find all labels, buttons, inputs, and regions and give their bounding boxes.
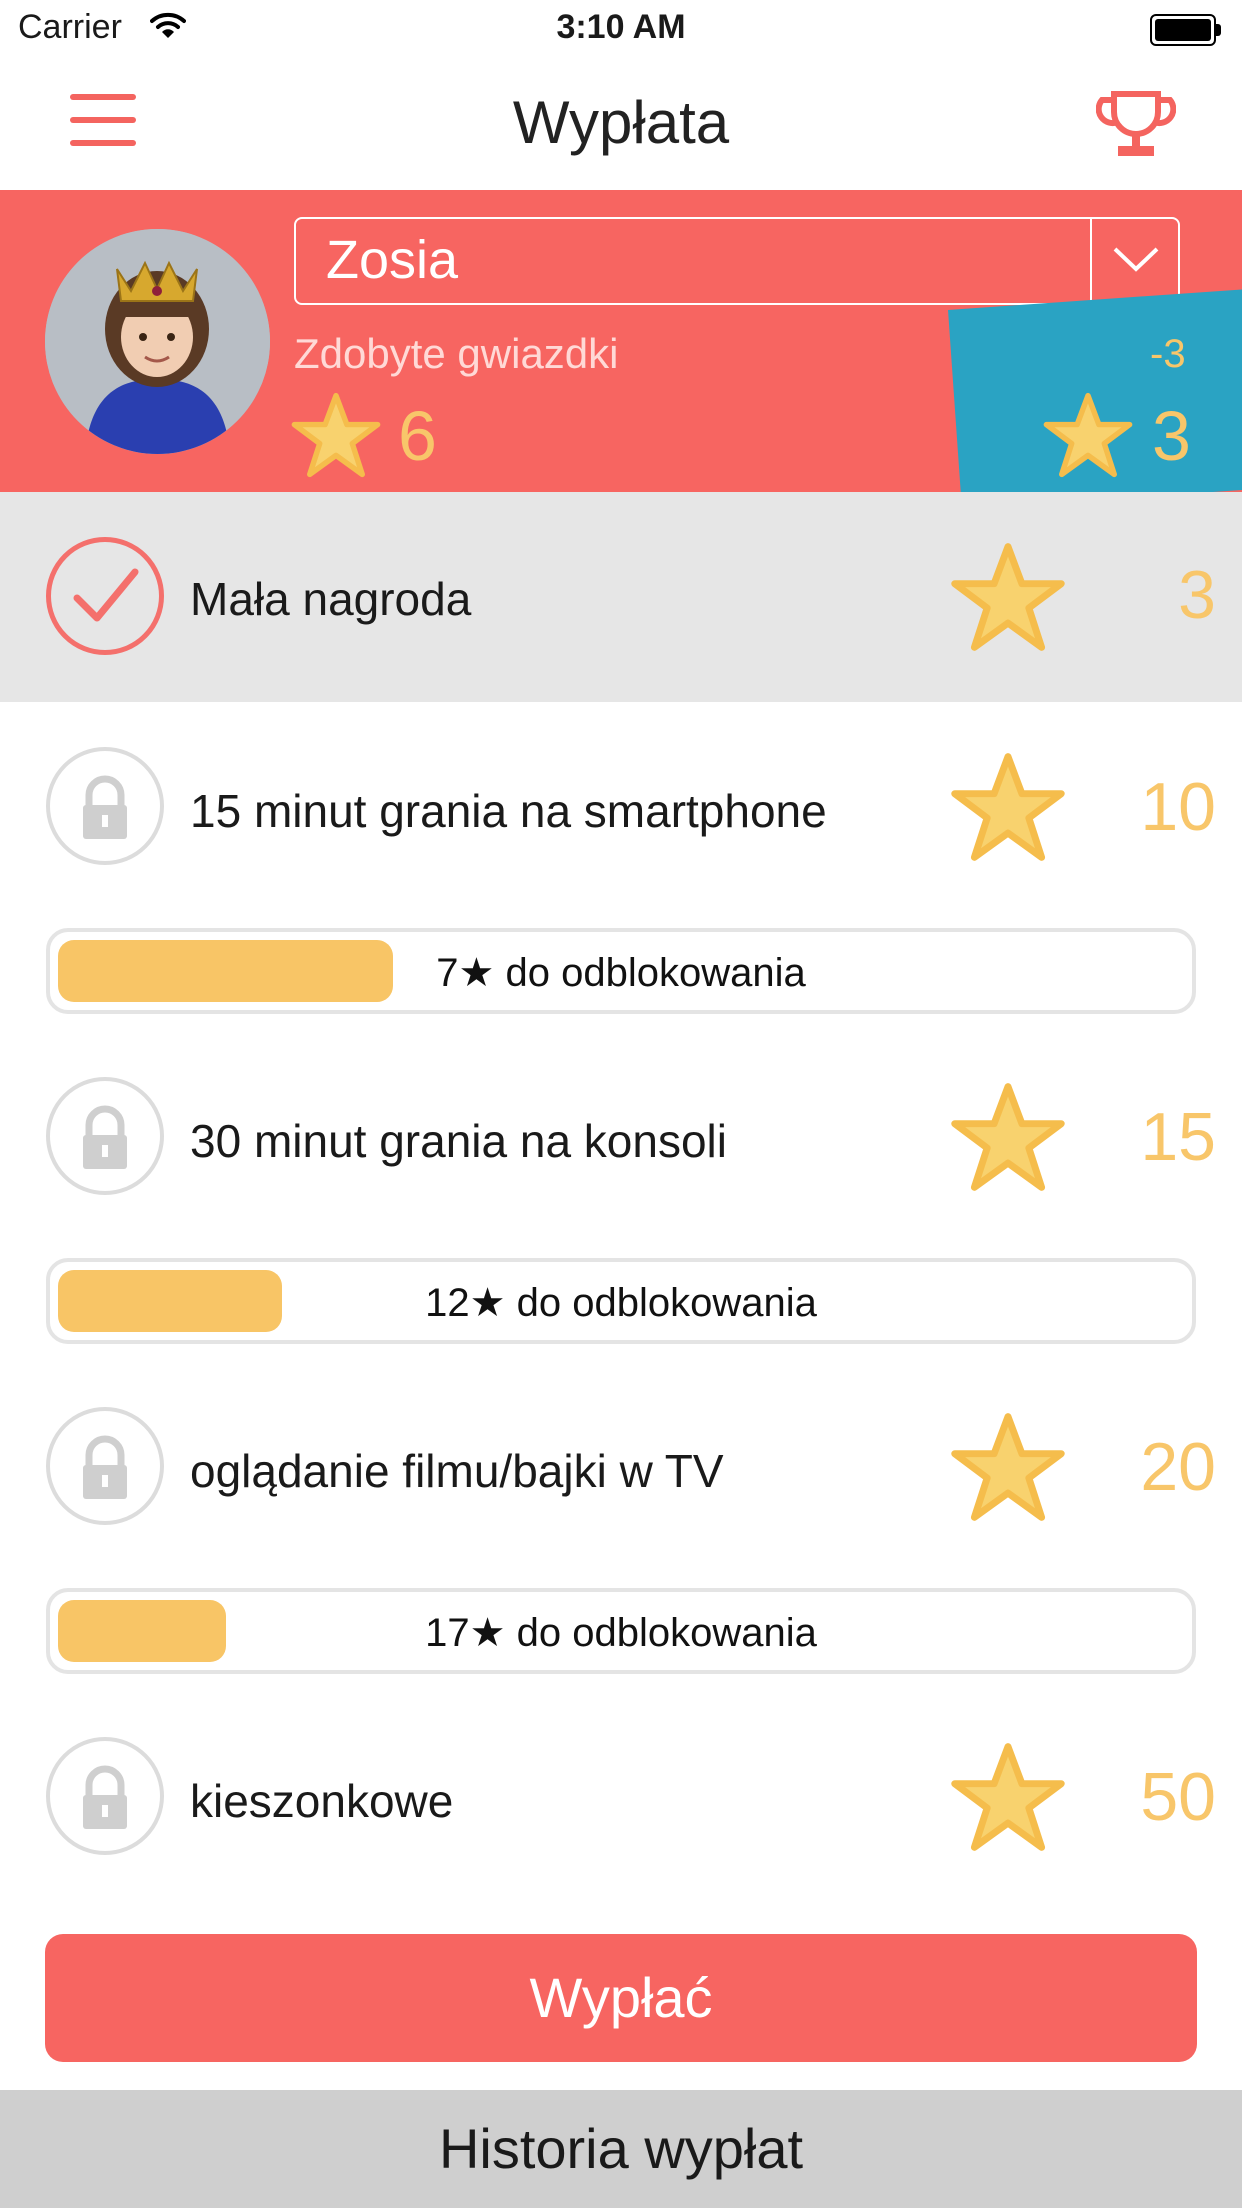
progress-text: 7★ do odblokowania <box>436 951 806 995</box>
page-title: Wypłata <box>512 89 730 156</box>
progress-text: 17★ do odblokowania <box>425 1611 817 1655</box>
reward-row[interactable]: 30 minut grania na konsoli 15 <box>0 1072 1242 1202</box>
payout-history-button[interactable]: Historia wypłat <box>0 2090 1242 2208</box>
star-icon <box>950 1742 1066 1857</box>
reward-cost: 15 <box>1140 1099 1216 1175</box>
reward-cost: 50 <box>1140 1759 1216 1835</box>
status-time: 3:10 AM <box>556 8 686 46</box>
star-icon <box>950 1412 1066 1527</box>
lock-icon <box>46 1737 164 1855</box>
balance-change: -3 <box>1150 332 1186 376</box>
reward-cost: 10 <box>1140 769 1216 845</box>
reward-cost: 3 <box>1178 557 1216 633</box>
payout-button[interactable]: Wypłać <box>45 1934 1197 2062</box>
reward-row[interactable]: 15 minut grania na smartphone 10 <box>0 742 1242 872</box>
star-icon <box>950 542 1066 657</box>
star-icon <box>950 1082 1066 1197</box>
child-name: Zosia <box>326 230 459 290</box>
reward-row[interactable]: oglądanie filmu/bajki w TV 20 <box>0 1402 1242 1532</box>
star-icon <box>950 752 1066 867</box>
progress-text: 12★ do odblokowania <box>425 1281 817 1325</box>
remaining-stars-value: 3 <box>1152 397 1191 475</box>
check-icon <box>46 537 164 655</box>
unlock-progress: 7★ do odblokowania <box>46 928 1196 1014</box>
earned-stars-label: Zdobyte gwiazdki <box>294 330 619 377</box>
reward-row-small-prize[interactable]: Mała nagroda 3 <box>0 492 1242 702</box>
star-icon <box>290 392 382 483</box>
reward-label: kieszonkowe <box>190 1775 454 1827</box>
status-bar: Carrier 3:10 AM <box>0 0 1242 60</box>
selector-divider <box>1090 219 1092 303</box>
unlock-progress: 12★ do odblokowania <box>46 1258 1196 1344</box>
lock-icon <box>46 747 164 865</box>
reward-label: 15 minut grania na smartphone <box>190 785 827 837</box>
battery-icon <box>1150 14 1224 48</box>
chevron-down-icon <box>1111 241 1161 282</box>
lock-icon <box>46 1407 164 1525</box>
star-icon <box>1042 392 1134 483</box>
reward-row[interactable]: kieszonkowe 50 <box>0 1732 1242 1862</box>
child-avatar <box>45 229 270 454</box>
reward-label: oglądanie filmu/bajki w TV <box>190 1445 724 1497</box>
lock-icon <box>46 1077 164 1195</box>
reward-label: 30 minut grania na konsoli <box>190 1115 727 1167</box>
trophy-icon[interactable] <box>1095 90 1177 160</box>
reward-cost: 20 <box>1140 1429 1216 1505</box>
child-selector[interactable]: Zosia <box>294 217 1180 305</box>
unlock-progress: 17★ do odblokowania <box>46 1588 1196 1674</box>
reward-label: Mała nagroda <box>190 573 472 625</box>
earned-stars-value: 6 <box>398 397 437 475</box>
